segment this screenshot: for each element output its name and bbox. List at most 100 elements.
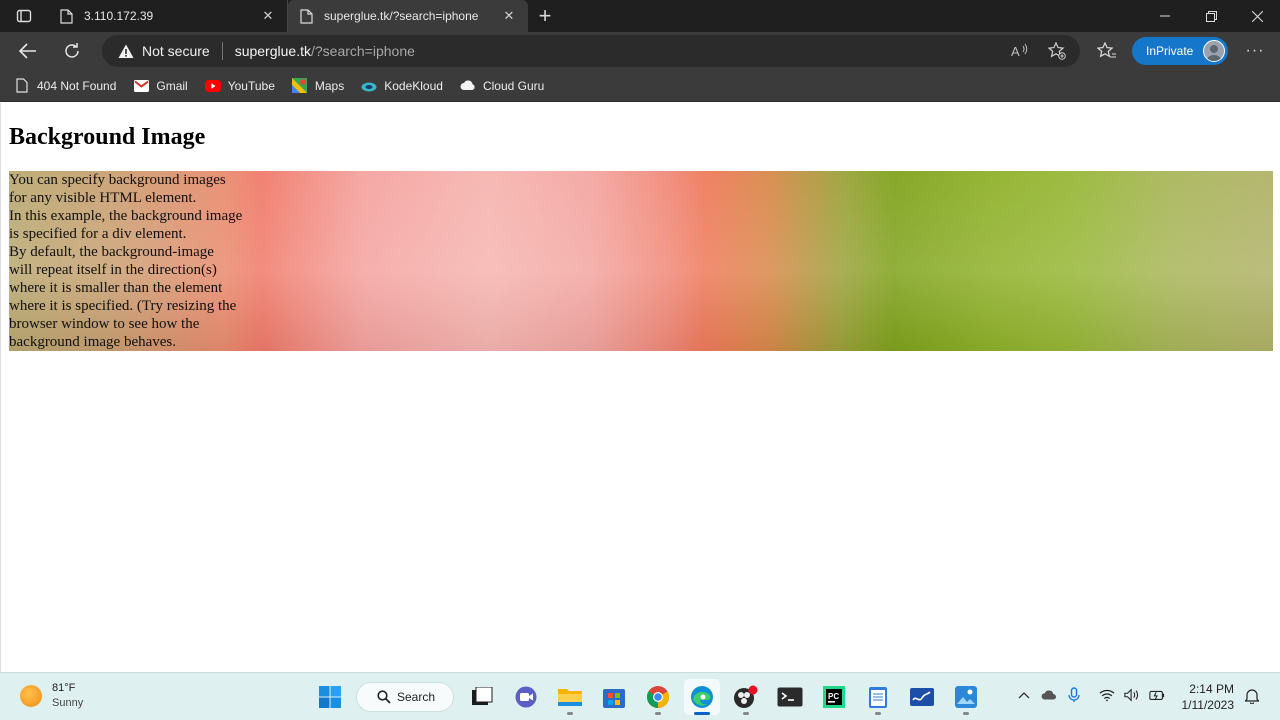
battery-icon[interactable]	[1149, 685, 1165, 705]
back-arrow-icon	[19, 43, 36, 59]
page-title: Background Image	[9, 124, 206, 150]
notepad-app[interactable]	[860, 679, 896, 715]
bookmark-label: YouTube	[227, 78, 275, 93]
youtube-icon	[204, 78, 221, 94]
task-view-icon	[472, 687, 493, 705]
tab-strip: 3.110.172.39 ✕ superglue.tk/?search=ipho…	[0, 0, 1280, 32]
clock-time: 2:14 PM	[1189, 682, 1234, 696]
tab-ip[interactable]: 3.110.172.39 ✕	[48, 0, 288, 32]
more-options-button[interactable]: ···	[1240, 42, 1270, 60]
weather-condition: Sunny	[52, 697, 84, 709]
whiteboard-app[interactable]	[904, 679, 940, 715]
running-indicator	[963, 712, 969, 715]
bookmark-label: Gmail	[156, 78, 188, 93]
tab-title: superglue.tk/?search=iphone	[324, 9, 479, 23]
inprivate-label: InPrivate	[1146, 44, 1194, 58]
bookmark-label: Maps	[314, 78, 345, 93]
file-explorer-app[interactable]	[552, 679, 588, 715]
refresh-button[interactable]	[52, 35, 92, 67]
tab-actions-icon	[16, 9, 32, 23]
windows-icon	[319, 686, 341, 708]
text-line: You can specify background images	[9, 172, 226, 188]
text-line: By default, the background-image	[9, 244, 214, 260]
photos-app[interactable]	[948, 679, 984, 715]
new-tab-button[interactable]: +	[528, 0, 562, 32]
store-icon	[603, 689, 625, 708]
bookmark-404[interactable]: 404 Not Found	[14, 78, 116, 94]
running-indicator	[567, 712, 573, 715]
pycharm-app[interactable]: PC	[816, 679, 852, 715]
restore-icon	[1205, 10, 1217, 22]
store-app[interactable]	[596, 679, 632, 715]
url-host: superglue.tk	[234, 43, 311, 59]
close-icon	[1251, 10, 1263, 22]
close-window-button[interactable]	[1234, 0, 1280, 32]
text-line: In this example, the background image	[9, 208, 243, 224]
page-icon	[58, 8, 74, 24]
obs-icon	[734, 685, 758, 708]
notifications-icon[interactable]	[1244, 687, 1260, 705]
weather-widget[interactable]: 81°F Sunny	[20, 681, 83, 711]
close-icon[interactable]: ✕	[500, 7, 518, 25]
minimize-button[interactable]	[1142, 0, 1188, 32]
taskbar-search[interactable]: Search	[356, 682, 454, 712]
onedrive-cloud-icon[interactable]	[1041, 685, 1057, 705]
chrome-app[interactable]	[640, 679, 676, 715]
taskbar: 81°F Sunny Search PC 2:14 PM 1/11/2023	[0, 672, 1280, 720]
meet-app[interactable]	[508, 679, 544, 715]
edge-app[interactable]	[684, 679, 720, 715]
close-icon[interactable]: ✕	[259, 7, 277, 25]
search-icon	[377, 690, 391, 704]
text-line: is specified for a div element.	[9, 226, 187, 242]
tab-actions-button[interactable]	[0, 0, 48, 32]
start-button[interactable]	[312, 679, 348, 715]
bookmark-maps[interactable]: Maps	[292, 78, 344, 94]
chevron-up-icon[interactable]	[1016, 685, 1032, 705]
refresh-icon	[65, 43, 79, 58]
clock[interactable]: 2:14 PM 1/11/2023	[1180, 681, 1235, 713]
bookmark-gmail[interactable]: Gmail	[133, 78, 188, 94]
bookmark-label: KodeKloud	[384, 78, 443, 93]
read-aloud-icon[interactable]: A	[1008, 40, 1030, 62]
terminal-icon	[777, 687, 803, 707]
notepad-icon	[869, 687, 887, 708]
browser-toolbar: Not secure superglue.tk/?search=iphone A…	[0, 32, 1280, 70]
address-bar[interactable]: Not secure superglue.tk/?search=iphone A	[102, 35, 1080, 67]
microphone-icon[interactable]	[1066, 685, 1082, 705]
back-button[interactable]	[8, 35, 48, 67]
add-favorite-icon[interactable]	[1046, 40, 1068, 62]
kodekloud-icon	[361, 78, 377, 94]
inprivate-button[interactable]: InPrivate	[1132, 37, 1228, 65]
page-content: Background Image You can specify backgro…	[0, 103, 1280, 672]
bookmark-label: 404 Not Found	[37, 78, 117, 93]
restore-button[interactable]	[1188, 0, 1234, 32]
avatar	[1203, 40, 1225, 62]
taskbar-apps: Search PC	[312, 679, 992, 715]
divider	[221, 42, 223, 60]
folder-icon	[558, 689, 582, 706]
running-indicator	[743, 712, 749, 715]
favorites-icon[interactable]	[1096, 40, 1118, 62]
bookmark-label: Cloud Guru	[482, 78, 545, 93]
obs-app[interactable]	[728, 679, 764, 715]
security-indicator[interactable]: Not secure	[118, 43, 210, 59]
task-view-button[interactable]	[464, 679, 500, 715]
weather-temp: 81°F	[52, 682, 76, 694]
maps-icon	[292, 78, 308, 94]
plus-icon: +	[538, 3, 552, 28]
volume-icon[interactable]	[1124, 685, 1140, 705]
bookmark-kodekloud[interactable]: KodeKloud	[361, 78, 443, 94]
bookmark-cloud-guru[interactable]: Cloud Guru	[460, 78, 544, 94]
page-icon	[298, 8, 314, 24]
more-icon: ···	[1245, 42, 1265, 59]
tab-superglue[interactable]: superglue.tk/?search=iphone ✕	[288, 0, 528, 32]
svg-text:PC: PC	[828, 692, 839, 701]
background-text: You can specify background images for an…	[9, 171, 267, 351]
bookmark-youtube[interactable]: YouTube	[204, 78, 275, 94]
text-line: background image behaves.	[9, 334, 177, 350]
text-line: for any visible HTML element.	[9, 190, 197, 206]
terminal-app[interactable]	[772, 679, 808, 715]
system-tray	[1016, 685, 1165, 705]
text-line: where it is smaller than the element	[9, 280, 223, 296]
wifi-icon[interactable]	[1099, 685, 1115, 705]
